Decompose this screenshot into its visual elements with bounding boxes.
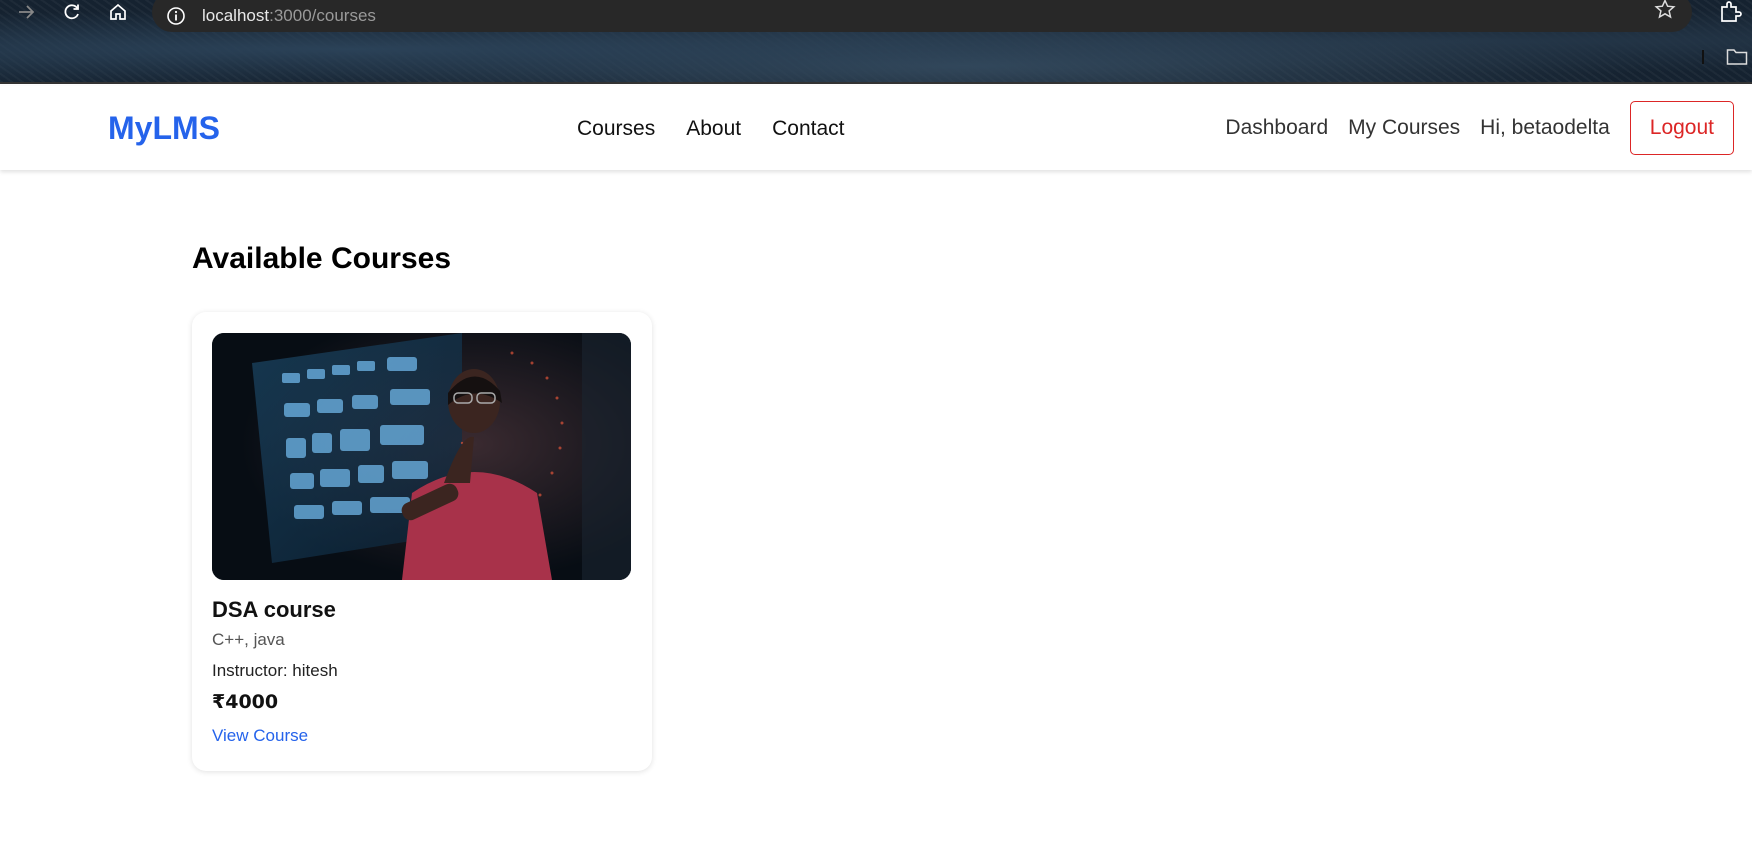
nav-courses-link[interactable]: Courses <box>577 117 655 141</box>
site-logo[interactable]: MyLMS <box>108 110 220 147</box>
page-title: Available Courses <box>192 242 451 275</box>
folder-icon[interactable] <box>1726 48 1748 66</box>
browser-chrome: localhost:3000/courses <box>0 0 1752 84</box>
reload-icon <box>64 4 79 20</box>
dashboard-link[interactable]: Dashboard <box>1225 116 1328 140</box>
user-greeting: Hi, betaodelta <box>1480 116 1610 139</box>
nav-about-link[interactable]: About <box>686 117 741 141</box>
home-button[interactable] <box>104 0 132 24</box>
user-nav: Dashboard My Courses Hi, betaodelta Logo… <box>1225 101 1734 155</box>
url-text: localhost:3000/courses <box>202 6 376 25</box>
course-title: DSA course <box>212 597 336 622</box>
back-button[interactable] <box>12 0 40 24</box>
my-courses-link[interactable]: My Courses <box>1348 116 1460 140</box>
main-nav: Courses About Contact <box>577 117 844 141</box>
course-card: DSA course C++, java Instructor: hitesh … <box>192 312 652 771</box>
address-bar[interactable]: localhost:3000/courses <box>152 0 1692 32</box>
bookmarks-divider <box>1702 50 1704 64</box>
logout-button[interactable]: Logout <box>1629 101 1734 155</box>
course-tags: C++, java <box>212 630 285 649</box>
back-icon <box>19 5 35 19</box>
site-header: MyLMS Courses About Contact Dashboard My… <box>0 86 1752 170</box>
extensions-icon[interactable] <box>1718 0 1742 24</box>
course-thumbnail <box>212 333 631 580</box>
reload-button[interactable] <box>58 0 86 24</box>
star-icon[interactable] <box>1654 0 1676 20</box>
home-icon <box>110 3 126 20</box>
info-icon[interactable] <box>166 6 186 26</box>
course-price: ₹4000 <box>212 691 279 713</box>
course-instructor: Instructor: hitesh <box>212 661 338 680</box>
nav-contact-link[interactable]: Contact <box>772 117 844 141</box>
view-course-link[interactable]: View Course <box>212 726 308 746</box>
